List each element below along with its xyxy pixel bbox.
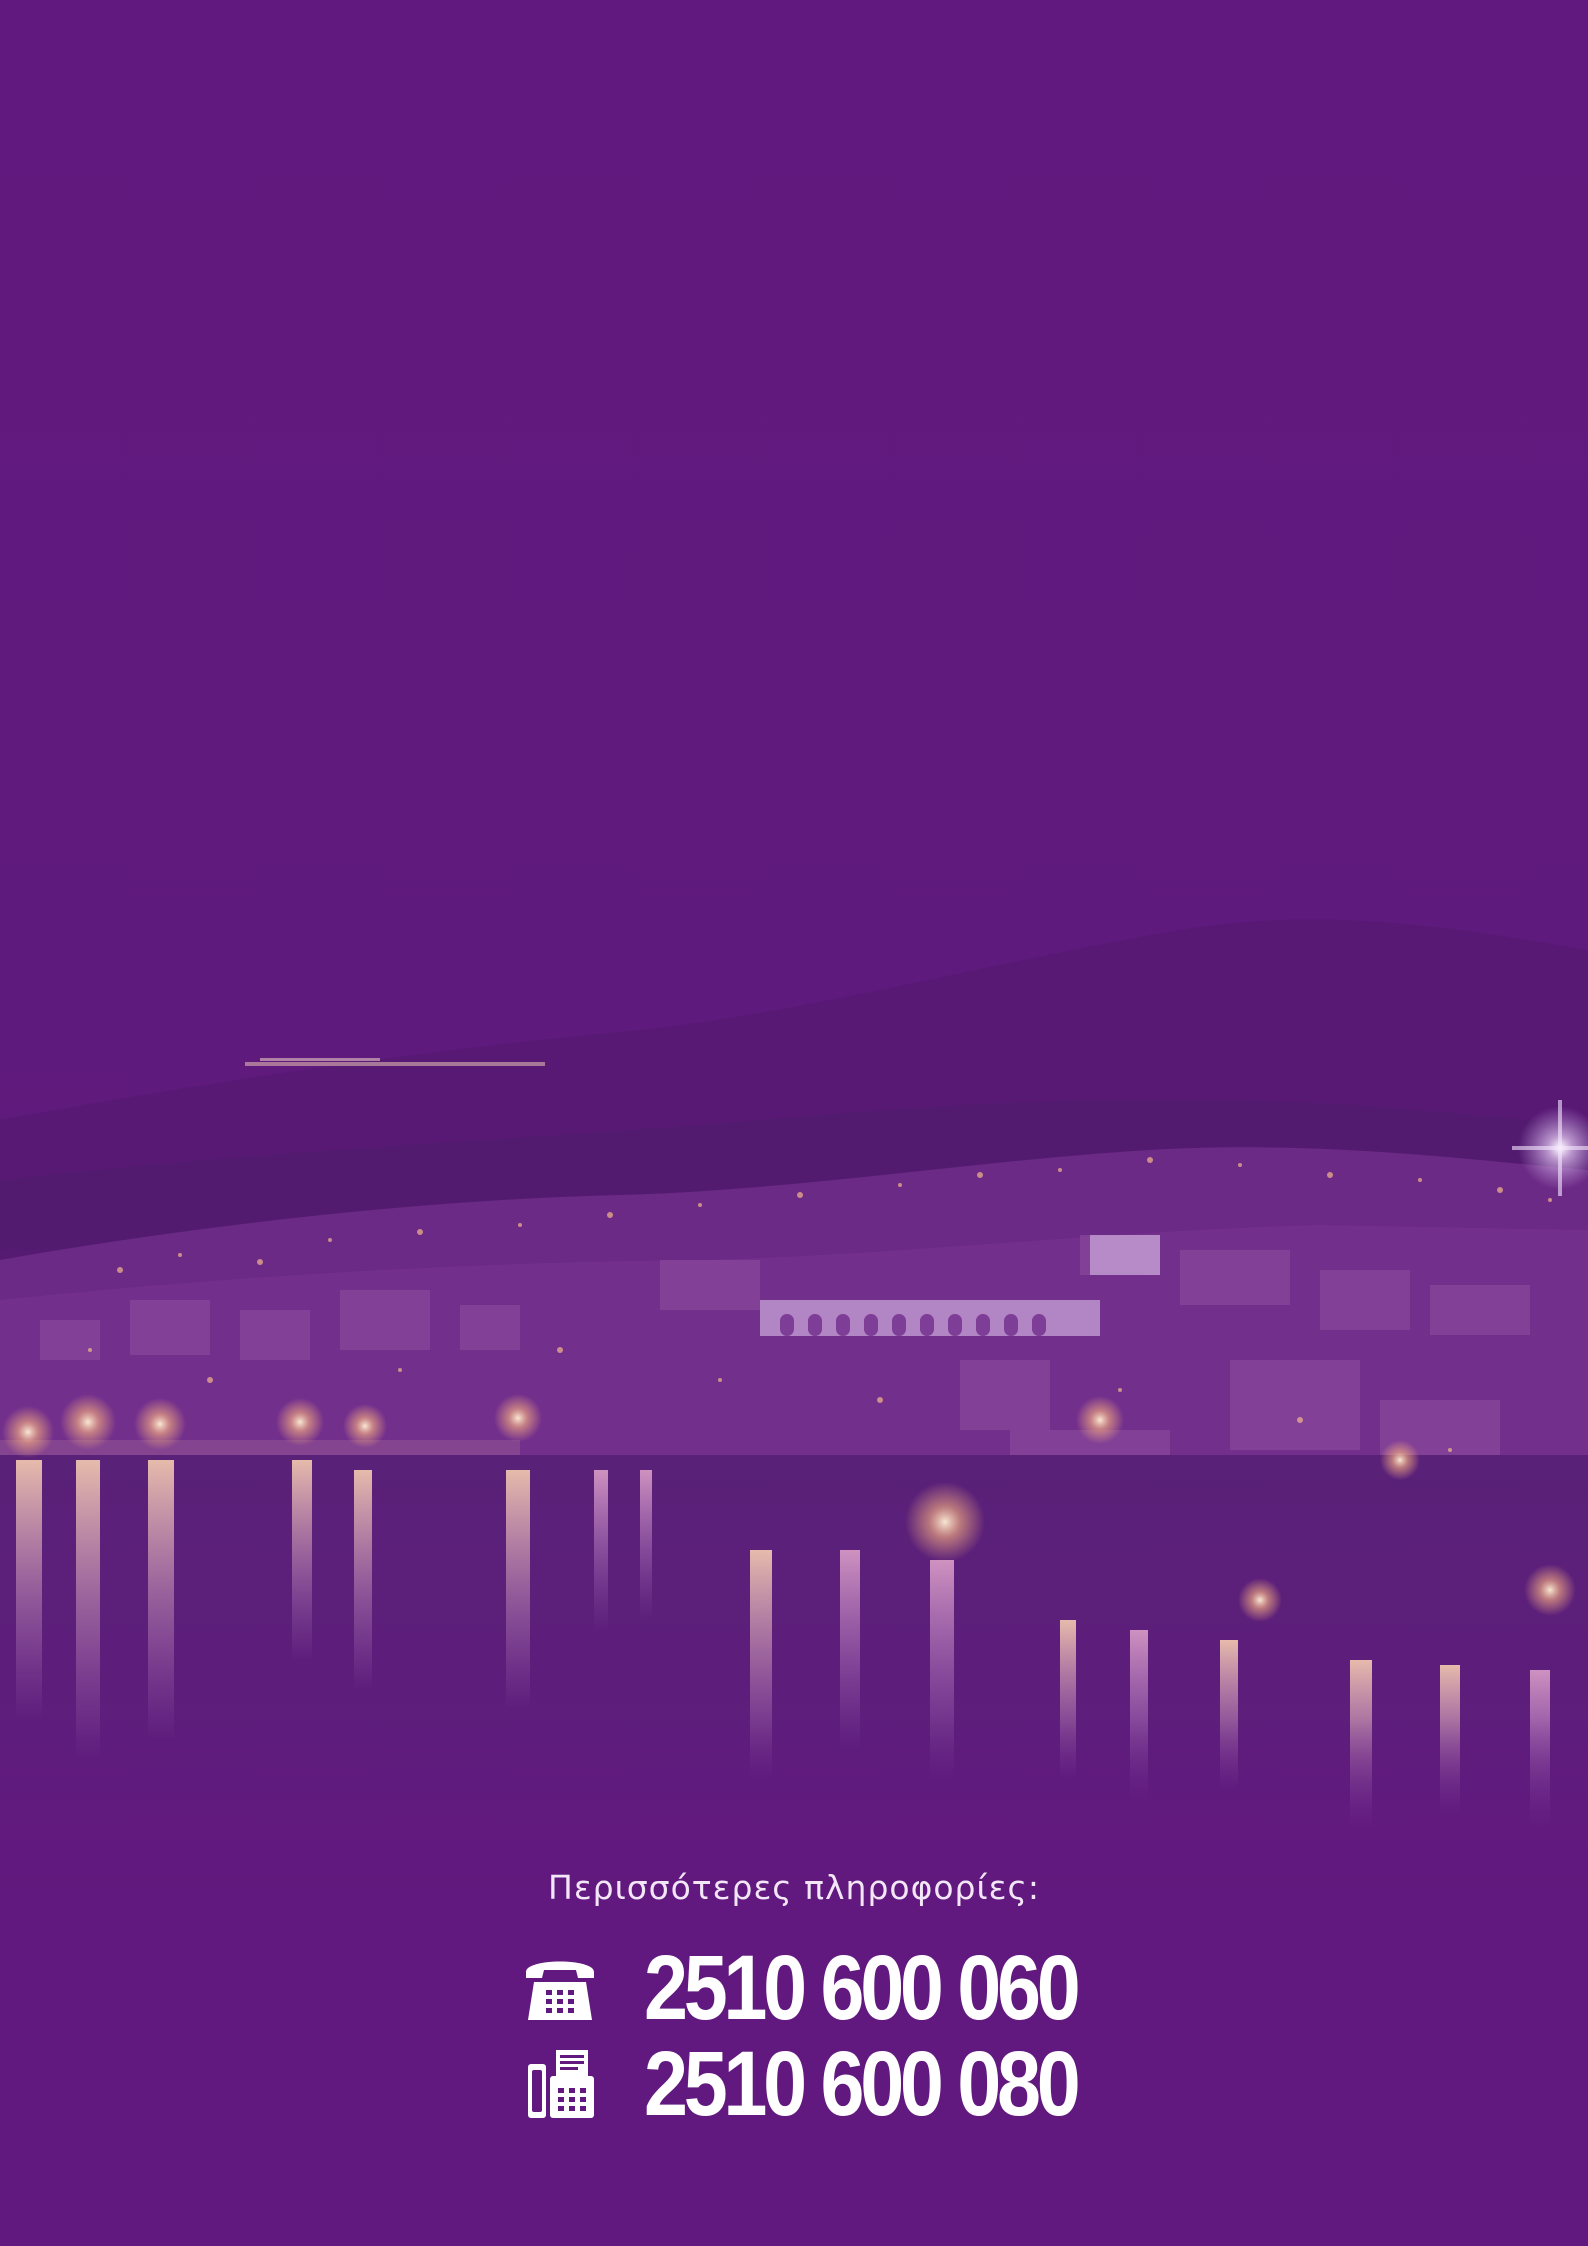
- contact-info-label-wrapper: Περισσότερες πληροφορίες:: [0, 1868, 1588, 1907]
- telephone-icon: [526, 1961, 594, 2020]
- night-city-harbor-photo: [0, 0, 1588, 2246]
- fax-icon: [528, 2050, 594, 2118]
- fax-row: 2510 600 080: [520, 2036, 1147, 2132]
- phone-row: 2510 600 060: [520, 1940, 1147, 2036]
- fax-number[interactable]: 2510 600 080: [644, 2038, 1081, 2130]
- back-cover-page: Περισσότερες πληροφορίες: 2510 600 060 2…: [0, 0, 1588, 2246]
- more-info-label: Περισσότερες πληροφορίες:: [548, 1868, 1040, 1907]
- phone-number[interactable]: 2510 600 060: [644, 1942, 1081, 2034]
